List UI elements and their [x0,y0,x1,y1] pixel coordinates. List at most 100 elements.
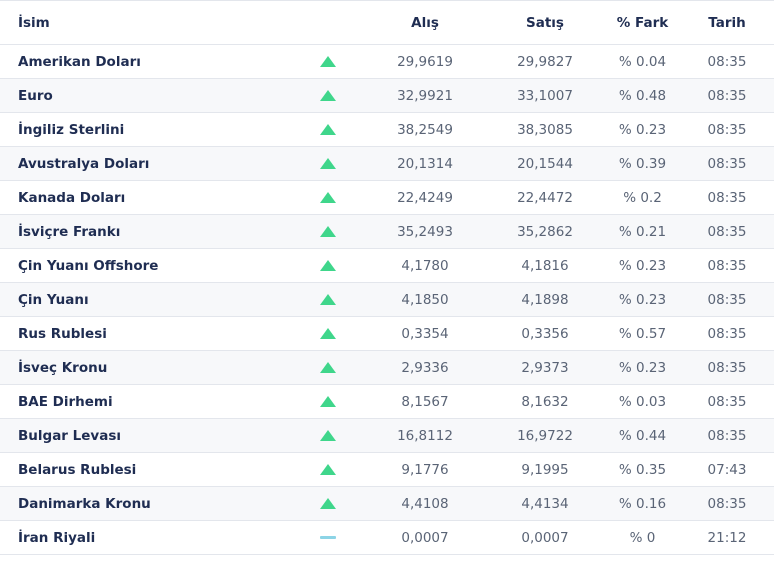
diff-value: % 0.44 [618,427,667,444]
header-sell[interactable]: Satış [485,15,605,31]
time-value: 08:35 [707,53,747,70]
table-row[interactable]: BAE Dirhemi 8,1567 8,1632 % 0.03 08:35 [0,385,774,419]
trend-up-icon [319,498,336,509]
time-value: 08:35 [707,155,747,172]
diff-value: % 0.39 [618,155,667,172]
table-row[interactable]: İsviçre Frankı 35,2493 35,2862 % 0.21 08:35 [0,215,774,249]
sell-value: 4,4134 [521,495,569,512]
buy-value: 2,9336 [401,359,449,376]
trend-indicator [290,430,365,441]
diff-value: % 0.21 [618,223,667,240]
trend-indicator [290,56,365,67]
time-value: 21:12 [707,529,747,546]
currency-name-link[interactable]: Kanada Doları [0,190,290,206]
table-row[interactable]: Belarus Rublesi 9,1776 9,1995 % 0.35 07:43 [0,453,774,487]
buy-value: 29,9619 [397,53,453,70]
currency-name-link[interactable]: Bulgar Levası [0,428,290,444]
currency-name-link[interactable]: Euro [0,88,290,104]
trend-up-icon [319,124,336,135]
table-row[interactable]: Çin Yuanı 4,1850 4,1898 % 0.23 08:35 [0,283,774,317]
buy-value: 22,4249 [397,189,453,206]
trend-indicator [290,124,365,135]
diff-value: % 0.57 [618,325,667,342]
diff-value: % 0.04 [618,53,667,70]
currency-name-link[interactable]: Danimarka Kronu [0,496,290,512]
header-diff[interactable]: % Fark [605,15,680,31]
trend-up-icon [319,396,336,407]
buy-value: 4,1850 [401,291,449,308]
sell-value: 0,0007 [521,529,569,546]
buy-value: 9,1776 [401,461,449,478]
diff-value: % 0.35 [618,461,667,478]
sell-value: 20,1544 [517,155,573,172]
table-row[interactable]: Rus Rublesi 0,3354 0,3356 % 0.57 08:35 [0,317,774,351]
header-name[interactable]: İsim [0,15,290,31]
table-row[interactable]: Avustralya Doları 20,1314 20,1544 % 0.39 08:… [0,147,774,181]
diff-value: % 0.23 [618,257,667,274]
trend-indicator [290,328,365,339]
diff-value: % 0.23 [618,121,667,138]
sell-value: 8,1632 [521,393,569,410]
table-row[interactable]: İsveç Kronu 2,9336 2,9373 % 0.23 08:35 [0,351,774,385]
sell-value: 29,9827 [517,53,573,70]
header-time[interactable]: Tarih [680,15,774,31]
trend-indicator [290,192,365,203]
trend-indicator [290,498,365,509]
trend-indicator [290,362,365,373]
table-row[interactable]: Amerikan Doları 29,9619 29,9827 % 0.04 08:35 [0,45,774,79]
currency-name-link[interactable]: Amerikan Doları [0,54,290,70]
trend-up-icon [319,294,336,305]
currency-name-link[interactable]: İsveç Kronu [0,360,290,376]
currency-name-link[interactable]: İran Riyali [0,530,290,546]
diff-value: % 0 [629,529,656,546]
currency-name-link[interactable]: Çin Yuanı [0,292,290,308]
currency-name-link[interactable]: Rus Rublesi [0,326,290,342]
table-row[interactable]: Danimarka Kronu 4,4108 4,4134 % 0.16 08:35 [0,487,774,521]
trend-up-icon [319,158,336,169]
sell-value: 9,1995 [521,461,569,478]
trend-up-icon [319,226,336,237]
table-row[interactable]: İran Riyali 0,0007 0,0007 % 0 21:12 [0,521,774,555]
trend-up-icon [319,464,336,475]
diff-value: % 0.2 [623,189,662,206]
trend-indicator [290,396,365,407]
trend-indicator [290,536,365,539]
time-value: 08:35 [707,189,747,206]
currency-name-link[interactable]: Belarus Rublesi [0,462,290,478]
trend-indicator [290,226,365,237]
sell-value: 16,9722 [517,427,573,444]
trend-up-icon [319,260,336,271]
sell-value: 33,1007 [517,87,573,104]
currency-name-link[interactable]: Avustralya Doları [0,156,290,172]
currency-name-link[interactable]: İsviçre Frankı [0,224,290,240]
table-row[interactable]: Çin Yuanı Offshore 4,1780 4,1816 % 0.23 08:3… [0,249,774,283]
table-header: İsim Alış Satış % Fark Tarih [0,1,774,45]
diff-value: % 0.23 [618,291,667,308]
table-row[interactable]: İngiliz Sterlini 38,2549 38,3085 % 0.23 08:3… [0,113,774,147]
trend-indicator [290,158,365,169]
currency-name-link[interactable]: BAE Dirhemi [0,394,290,410]
diff-value: % 0.16 [618,495,667,512]
buy-value: 4,1780 [401,257,449,274]
buy-value: 8,1567 [401,393,449,410]
header-buy[interactable]: Alış [365,15,485,31]
table-row[interactable]: Kanada Doları 22,4249 22,4472 % 0.2 08:35 [0,181,774,215]
time-value: 08:35 [707,495,747,512]
sell-value: 38,3085 [517,121,573,138]
time-value: 08:35 [707,121,747,138]
trend-up-icon [319,56,336,67]
time-value: 08:35 [707,291,747,308]
time-value: 08:35 [707,427,747,444]
buy-value: 16,8112 [397,427,453,444]
table-row[interactable]: Euro 32,9921 33,1007 % 0.48 08:35 [0,79,774,113]
sell-value: 0,3356 [521,325,569,342]
currency-name-link[interactable]: Çin Yuanı Offshore [0,258,290,274]
buy-value: 4,4108 [401,495,449,512]
diff-value: % 0.48 [618,87,667,104]
buy-value: 35,2493 [397,223,453,240]
table-row[interactable]: Bulgar Levası 16,8112 16,9722 % 0.44 08:35 [0,419,774,453]
time-value: 08:35 [707,257,747,274]
trend-up-icon [319,192,336,203]
trend-indicator [290,90,365,101]
currency-name-link[interactable]: İngiliz Sterlini [0,122,290,138]
